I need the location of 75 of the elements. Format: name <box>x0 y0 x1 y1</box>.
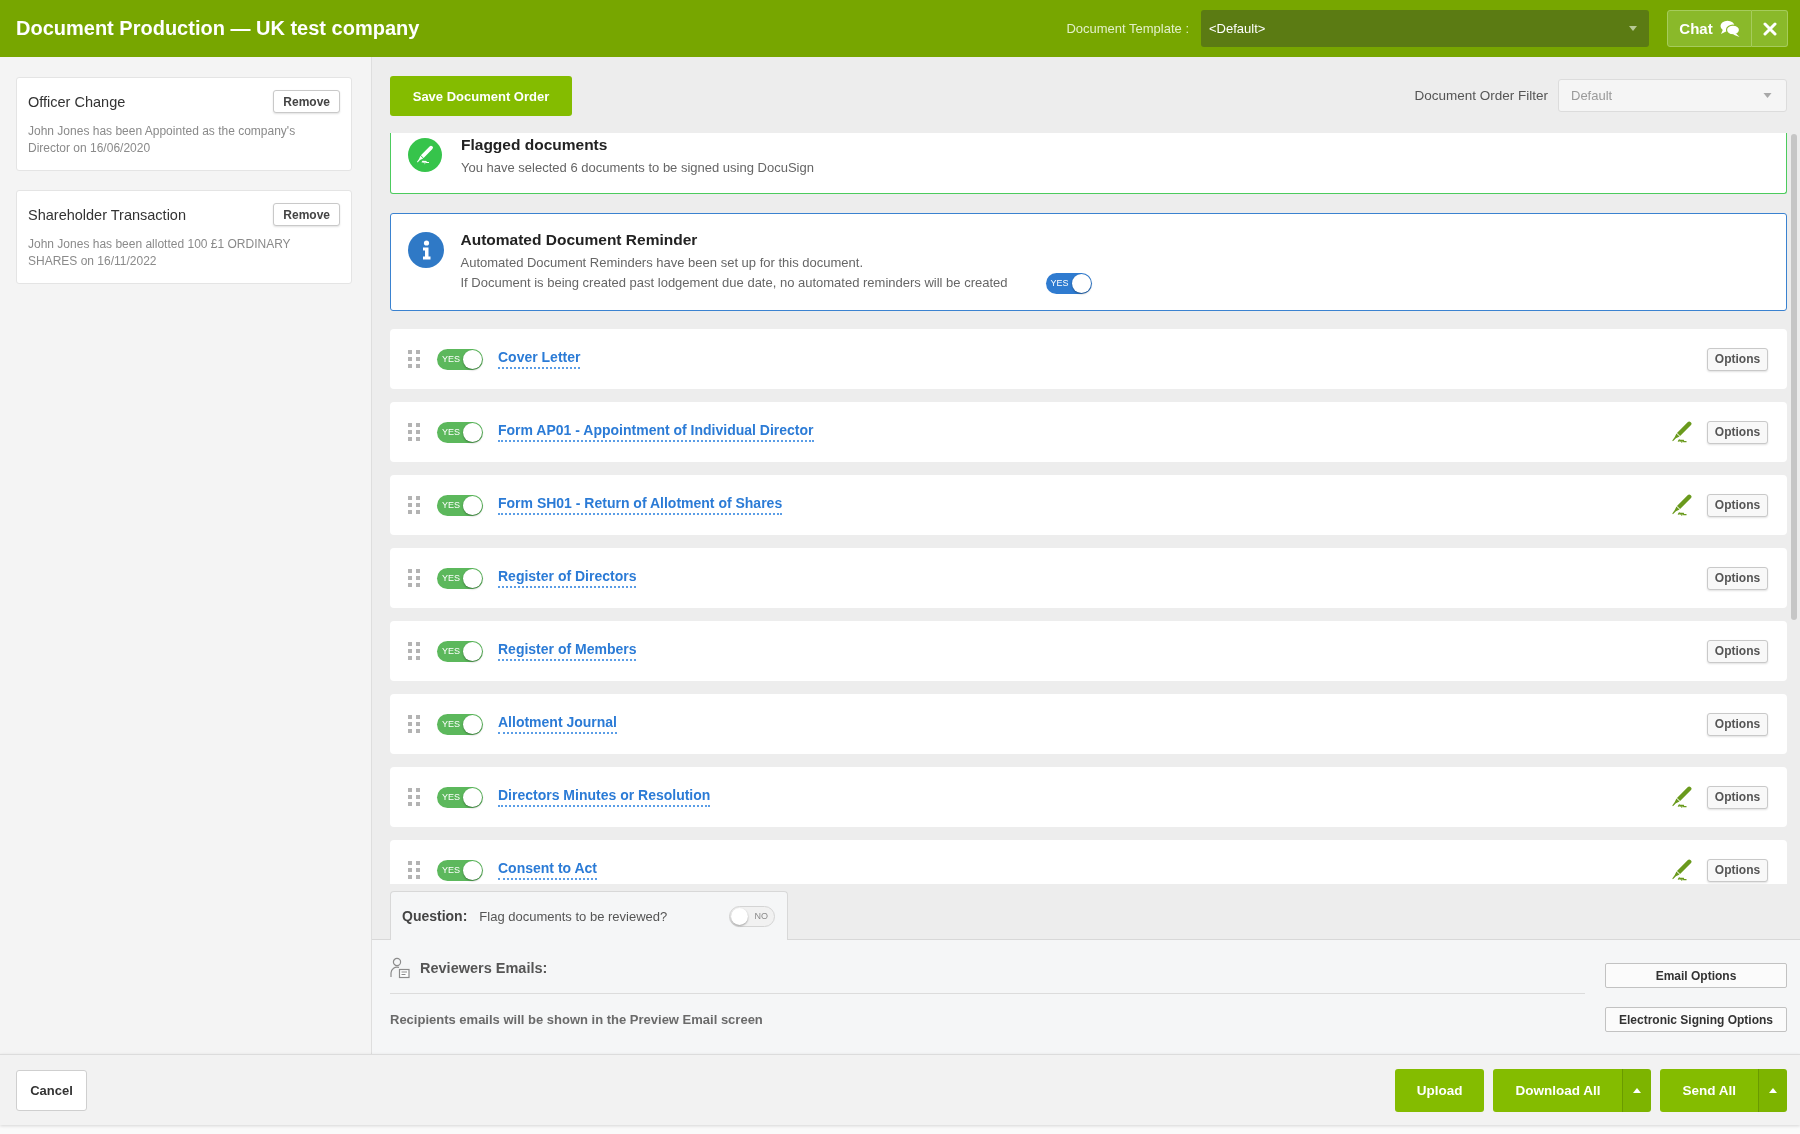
page-title: Document Production — UK test company <box>16 17 420 40</box>
save-order-button[interactable]: Save Document Order <box>390 76 572 116</box>
document-link[interactable]: Form SH01 - Return of Allotment of Shares <box>498 495 783 515</box>
caret-down-icon <box>1763 93 1772 98</box>
document-link[interactable]: Register of Directors <box>498 568 637 588</box>
options-button[interactable]: Options <box>1707 566 1768 590</box>
pen-circle-icon <box>408 138 442 172</box>
event-description: John Jones has been allotted 100 £1 ORDINARY SHARES on 16/11/2022 <box>28 236 292 270</box>
menu-button[interactable] <box>1622 1068 1652 1112</box>
notice-text: You have selected 6 documents to be signed using DocuSign <box>461 159 814 177</box>
document-link[interactable]: Consent to Act <box>498 860 598 880</box>
drag-handle-icon[interactable] <box>408 569 420 587</box>
document-link[interactable]: Directors Minutes or Resolution <box>498 787 711 807</box>
person-card-icon <box>390 957 410 979</box>
event-title: Shareholder Transaction <box>28 206 186 223</box>
options-button[interactable]: Options <box>1707 858 1768 882</box>
options-button[interactable]: Email Options <box>1605 963 1787 988</box>
caret-icon <box>1769 1087 1777 1093</box>
options-button[interactable]: Options <box>1707 785 1768 809</box>
document-link[interactable]: Form AP01 - Appointment of Individual Director <box>498 422 814 442</box>
toggle-switch[interactable]: YES <box>437 713 483 735</box>
caret-icon <box>1633 1087 1642 1093</box>
filter-dropdown[interactable]: Default <box>1558 79 1787 112</box>
remove-button[interactable]: Remove <box>273 203 340 226</box>
options-button[interactable]: Options <box>1707 347 1768 371</box>
chat-button[interactable]: Chat <box>1667 10 1752 47</box>
scrollbar-thumb[interactable] <box>1791 134 1797 620</box>
reviewers-title: Reviewers Emails: <box>420 960 548 976</box>
drag-handle-icon[interactable] <box>408 423 420 441</box>
remove-button[interactable]: Remove <box>273 90 340 113</box>
event-title: Officer Change <box>28 93 126 110</box>
drag-handle-icon[interactable] <box>408 496 420 514</box>
recipients-note: Recipients emails will be shown in the Preview Email screen <box>390 1012 764 1028</box>
options-button[interactable]: Electronic Signing Options <box>1605 1007 1787 1032</box>
template-label: Document Template : <box>1066 21 1189 36</box>
toggle-switch[interactable]: YES <box>437 640 483 662</box>
options-button[interactable]: Options <box>1707 639 1768 663</box>
drag-handle-icon[interactable] <box>408 350 420 368</box>
drag-handle-icon[interactable] <box>408 642 420 660</box>
menu-button[interactable] <box>1758 1068 1787 1112</box>
document-link[interactable]: Allotment Journal <box>498 714 617 734</box>
options-button[interactable]: Options <box>1707 712 1768 736</box>
info-icon <box>407 231 444 268</box>
notice-title: Automated Document Reminder <box>460 230 699 249</box>
drag-handle-icon[interactable] <box>408 788 420 806</box>
filter-label: Document Order Filter <box>1414 88 1548 103</box>
notice-title: Flagged documents <box>461 136 609 154</box>
document-link[interactable]: Cover Letter <box>498 349 581 369</box>
chat-icon <box>1719 20 1740 37</box>
toggle-switch[interactable]: YES <box>437 786 483 808</box>
event-description: John Jones has been Appointed as the company's Director on 16/06/2020 <box>28 123 297 157</box>
action-button[interactable]: Upload <box>1394 1068 1485 1112</box>
close-icon <box>1762 21 1777 36</box>
cancel-button[interactable]: Cancel <box>16 1069 87 1111</box>
toggle-switch[interactable]: YES <box>437 859 483 881</box>
caret-down-icon <box>1629 26 1637 31</box>
toggle-switch[interactable]: YES <box>437 421 483 443</box>
toggle-switch[interactable]: YES <box>437 567 483 589</box>
close-button[interactable] <box>1752 10 1788 47</box>
action-button[interactable]: Send All <box>1660 1068 1758 1112</box>
drag-handle-icon[interactable] <box>408 715 420 733</box>
template-dropdown[interactable]: <Default> <box>1201 10 1649 47</box>
document-link[interactable]: Register of Members <box>498 641 637 661</box>
options-button[interactable]: Options <box>1707 420 1768 444</box>
options-button[interactable]: Options <box>1707 493 1768 517</box>
toggle-switch[interactable]: NO <box>729 905 775 927</box>
toggle-switch[interactable]: YES <box>437 348 483 370</box>
question-label: Question: <box>402 908 468 924</box>
notice-text: If Document is being created past lodgement due date, no automated reminders will be created <box>460 274 1008 292</box>
question-text: Flag documents to be reviewed? <box>479 908 668 924</box>
toggle-switch[interactable]: YES <box>1045 272 1092 294</box>
notice-text: Automated Document Reminders have been set up for this document. <box>460 253 863 272</box>
drag-handle-icon[interactable] <box>408 861 420 879</box>
toggle-switch[interactable]: YES <box>437 494 483 516</box>
action-button[interactable]: Download All <box>1493 1068 1623 1112</box>
